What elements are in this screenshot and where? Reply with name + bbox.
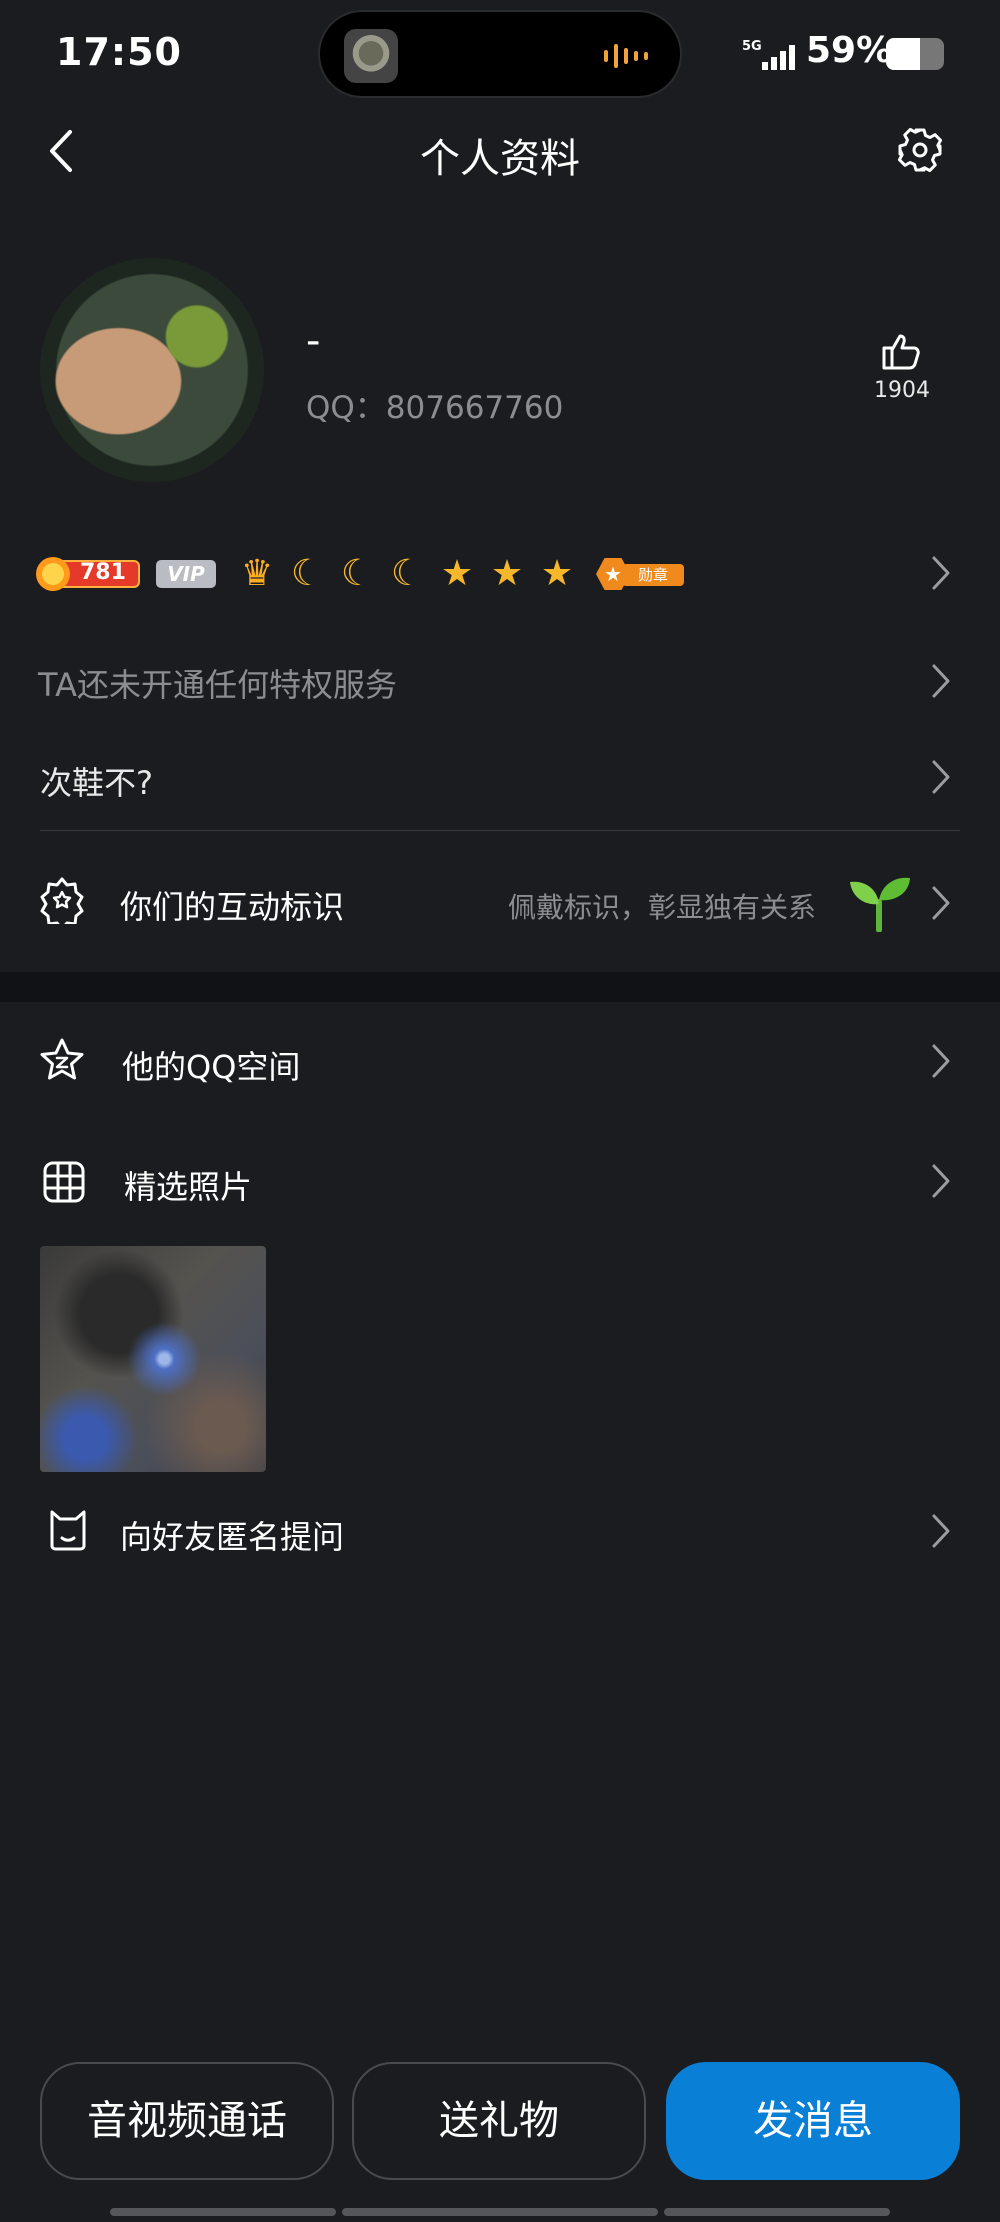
status-time: 17:50	[56, 30, 182, 74]
chevron-right-icon[interactable]	[930, 758, 952, 796]
crown-icon: ♛	[240, 553, 274, 594]
privilege-status[interactable]: TA还未开通任何特权服务	[38, 660, 397, 706]
home-indicator	[110, 2208, 336, 2216]
settings-gear-icon[interactable]	[896, 126, 944, 174]
sprout-icon	[850, 877, 910, 932]
chevron-right-icon[interactable]	[930, 1042, 952, 1080]
qzone-label[interactable]: 他的QQ空间	[122, 1042, 300, 1088]
cat-face-icon	[50, 1510, 86, 1551]
vip-badge: VIP	[156, 560, 216, 588]
photo-grid-icon	[43, 1161, 85, 1203]
dynamic-island[interactable]	[318, 10, 682, 98]
chevron-right-icon[interactable]	[930, 554, 952, 592]
now-playing-thumbnail	[344, 29, 398, 83]
star-icon: ★	[440, 553, 474, 594]
send-gift-button[interactable]: 送礼物	[352, 2062, 646, 2180]
avatar[interactable]	[40, 258, 264, 482]
moon-icon: ☾	[340, 553, 374, 594]
sun-level-badge: 781	[36, 557, 142, 591]
interaction-label[interactable]: 你们的互动标识	[120, 882, 344, 928]
star-icon: ★	[490, 553, 524, 594]
anonymous-ask-label[interactable]: 向好友匿名提问	[120, 1512, 344, 1558]
section-separator	[0, 972, 1000, 1002]
audio-wave-icon	[604, 44, 648, 68]
featured-photo-thumbnail[interactable]	[40, 1246, 266, 1472]
interaction-badge-icon	[40, 877, 84, 924]
home-indicator	[664, 2208, 890, 2216]
nickname: -	[306, 318, 321, 364]
star-icon: ★	[540, 553, 574, 594]
page-title: 个人资料	[420, 136, 580, 182]
battery-icon	[886, 38, 944, 70]
photos-label[interactable]: 精选照片	[124, 1162, 252, 1208]
signature-text[interactable]: 次鞋不?	[40, 758, 153, 804]
moon-icon: ☾	[290, 553, 324, 594]
like-button[interactable]: 1904	[872, 330, 932, 403]
network-type-label: 5G	[742, 39, 762, 54]
video-call-button[interactable]: 音视频通话	[40, 2062, 334, 2180]
battery-percent: 59%	[806, 30, 893, 71]
chevron-right-icon[interactable]	[930, 1162, 952, 1200]
divider	[40, 830, 960, 831]
like-count: 1904	[874, 378, 930, 403]
badges-row[interactable]: 781 VIP ♛ ☾ ☾ ☾ ★ ★ ★ 勋章 ★	[36, 552, 686, 596]
thumbs-up-icon	[882, 334, 920, 370]
sun-icon	[36, 557, 70, 591]
send-message-button[interactable]: 发消息	[666, 2062, 960, 2180]
home-indicator	[342, 2208, 658, 2216]
chevron-right-icon[interactable]	[930, 1512, 952, 1550]
qq-number: QQ：807667760	[306, 390, 564, 426]
qzone-star-icon	[40, 1038, 84, 1080]
chevron-right-icon[interactable]	[930, 884, 952, 922]
interaction-hint: 佩戴标识，彰显独有关系	[508, 891, 817, 924]
battery-fill	[886, 38, 921, 70]
cellular-signal-icon: 5G	[742, 39, 795, 70]
moon-icon: ☾	[390, 553, 424, 594]
chevron-right-icon[interactable]	[930, 662, 952, 700]
medal-badge: 勋章 ★	[596, 558, 686, 590]
